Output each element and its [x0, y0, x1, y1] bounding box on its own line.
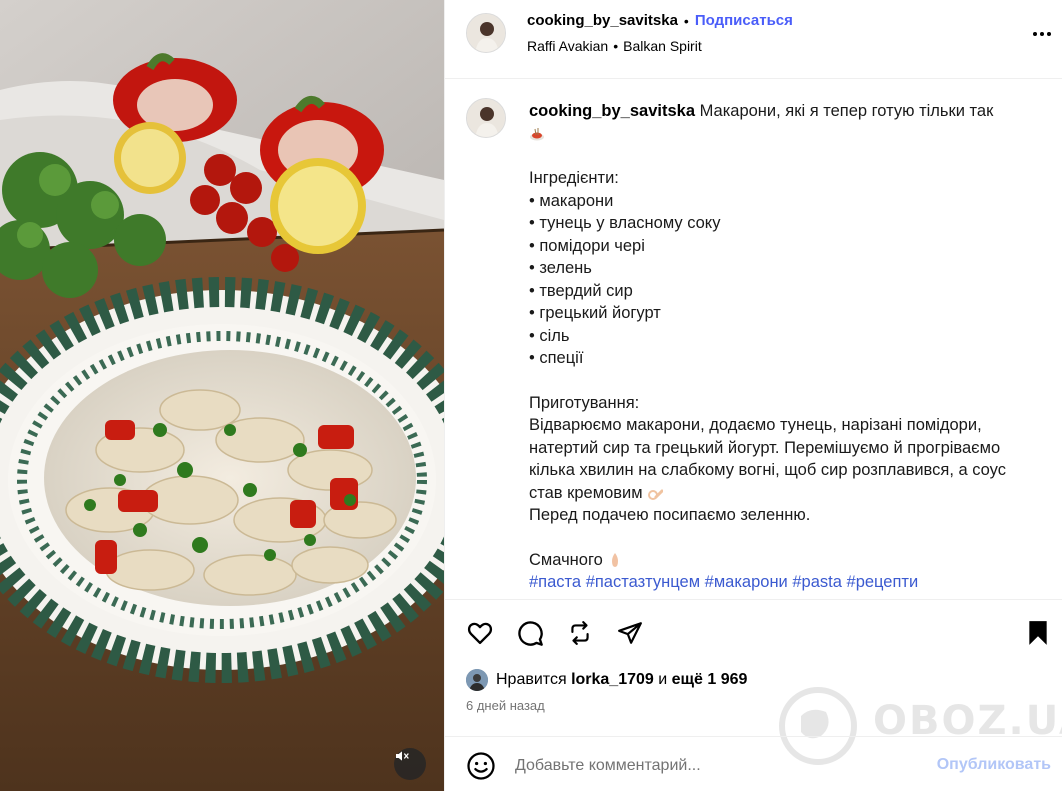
repost-icon	[571, 621, 589, 645]
action-bar	[445, 599, 1062, 661]
hashtag-link[interactable]: #pasta	[792, 573, 842, 591]
pinched-fingers-emoji-icon	[612, 552, 619, 567]
more-options-button[interactable]	[1029, 24, 1055, 44]
smiley-icon[interactable]	[466, 751, 496, 781]
hashtag-link[interactable]: #макарони	[705, 573, 788, 591]
separator-dot: •	[683, 12, 689, 29]
post-media[interactable]	[0, 0, 444, 791]
audio-track[interactable]: Balkan Spirit	[623, 38, 702, 54]
repost-button[interactable]	[565, 618, 595, 648]
author-avatar[interactable]	[466, 13, 506, 53]
ingredients-heading: Інгредієнти:	[529, 169, 619, 187]
caption-text: cooking_by_savitska Макарони, які я тепе…	[529, 100, 1029, 594]
bookmark-icon	[1029, 621, 1047, 645]
comment-input[interactable]	[515, 751, 925, 781]
speaker-muted-icon	[396, 751, 409, 761]
send-icon	[618, 622, 642, 644]
mute-button[interactable]	[394, 748, 426, 780]
caption-first-line: cooking_by_savitska Макарони, які я тепе…	[529, 100, 1029, 123]
heart-icon	[467, 622, 493, 645]
likes-count[interactable]: ещё 1 969	[672, 671, 748, 689]
likes-summary[interactable]: Нравится lorka_1709 и ещё 1 969	[466, 668, 747, 692]
comment-bar: Опубликовать	[445, 736, 1062, 791]
caption-title: Макарони, які я тепер готую тільки так	[699, 102, 994, 120]
closing-text: Смачного	[529, 550, 603, 569]
method-text: Відварюємо макарони, додаємо тунець, нар…	[529, 416, 1006, 502]
publish-button[interactable]: Опубликовать	[937, 756, 1051, 774]
follow-button[interactable]: Подписаться	[695, 12, 793, 29]
ingredient-item: • грецький йогурт	[529, 304, 661, 322]
post-header: cooking_by_savitska • Подписаться Raffi …	[445, 0, 1062, 79]
audio-separator: •	[613, 38, 619, 54]
share-button[interactable]	[615, 618, 645, 648]
liked-by-username[interactable]: lorka_1709	[571, 671, 654, 689]
spaghetti-emoji-icon	[530, 127, 544, 140]
ingredient-item: • помідори чері	[529, 236, 645, 255]
ok-hand-emoji-icon	[648, 489, 664, 500]
ingredient-item: • сіль	[529, 326, 570, 345]
hashtag-link[interactable]: #рецепти	[847, 573, 919, 591]
hashtags: #паста #пастазтунцем #макарони #pasta #р…	[529, 571, 1029, 594]
ingredient-item: • твердий сир	[529, 281, 633, 300]
caption-section: cooking_by_savitska Макарони, які я тепе…	[445, 80, 1062, 598]
pasta-photo	[0, 0, 444, 791]
hashtag-link[interactable]: #пастазтунцем	[586, 573, 700, 591]
comment-button[interactable]	[515, 618, 545, 648]
likes-prefix: Нравится	[496, 671, 567, 688]
likes-conjunction: и	[658, 671, 668, 688]
caption-username[interactable]: cooking_by_savitska	[529, 102, 695, 120]
caption-author-avatar[interactable]	[466, 98, 506, 138]
method-heading: Приготування:	[529, 393, 640, 412]
serving-text: Перед подачею посипаємо зеленню.	[529, 506, 811, 524]
more-options-icon	[1033, 32, 1037, 36]
ingredient-item: • тунець у власному соку	[529, 214, 721, 232]
save-button[interactable]	[1023, 618, 1053, 648]
author-username[interactable]: cooking_by_savitska	[527, 12, 678, 29]
ingredient-item: • макарони	[529, 191, 614, 210]
post-timestamp[interactable]: 6 дней назад	[466, 698, 545, 713]
liker-avatar[interactable]	[466, 669, 488, 691]
ingredient-item: • спеції	[529, 349, 584, 367]
hashtag-link[interactable]: #паста	[529, 573, 581, 591]
ingredient-item: • зелень	[529, 259, 592, 277]
like-button[interactable]	[465, 618, 495, 648]
audio-info[interactable]: Raffi Avakian • Balkan Spirit	[527, 38, 702, 54]
audio-artist[interactable]: Raffi Avakian	[527, 38, 608, 54]
comment-bubble-icon	[518, 621, 543, 646]
post-details-panel: cooking_by_savitska • Подписаться Raffi …	[444, 0, 1062, 791]
